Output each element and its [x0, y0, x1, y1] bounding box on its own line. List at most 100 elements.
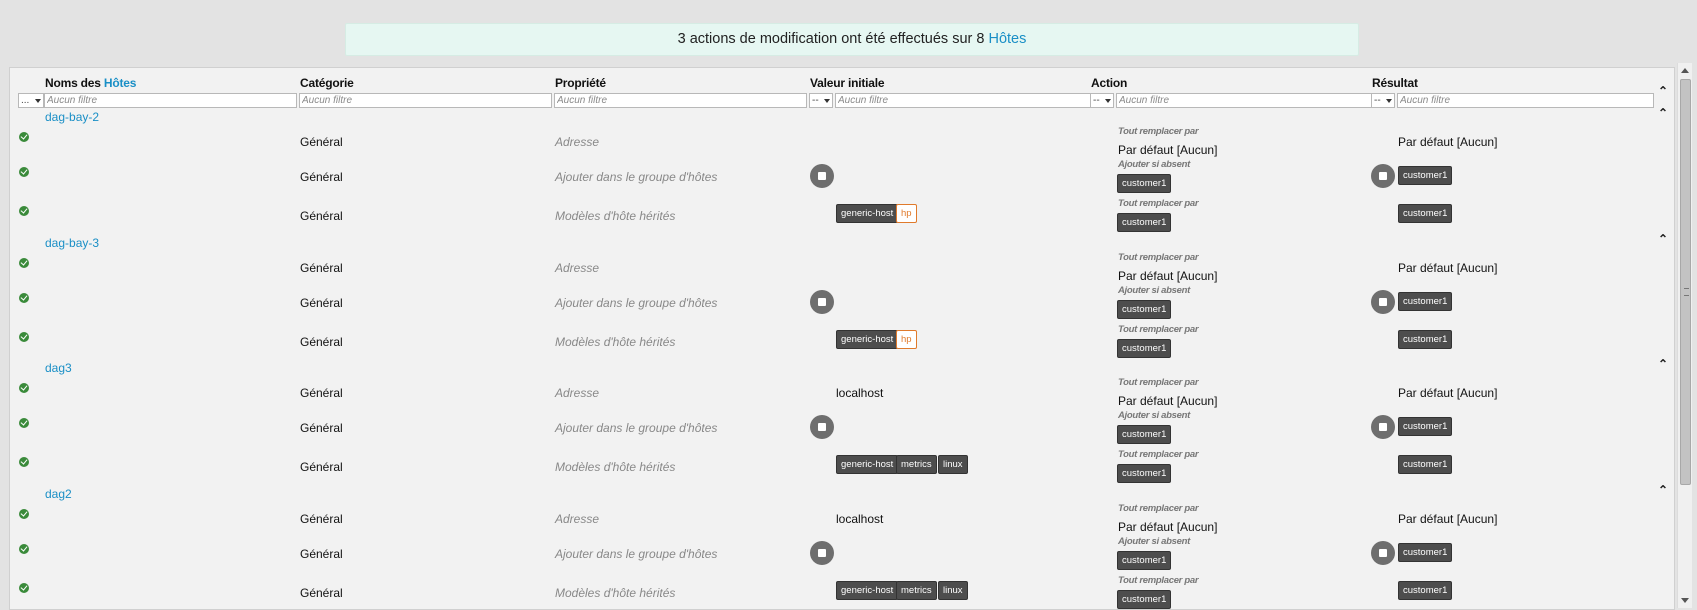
action-tag: customer1 — [1117, 425, 1172, 444]
collapse-icon[interactable]: ⌃ — [1658, 483, 1668, 497]
action-mode-dropdown[interactable]: -- — [1090, 93, 1114, 108]
category-cell: Général — [300, 296, 343, 310]
check-icon — [19, 544, 29, 554]
caret-down-icon — [824, 99, 830, 103]
result-tag: customer1 — [1398, 581, 1453, 600]
scroll-down-icon[interactable] — [1681, 598, 1689, 603]
header-initial-value[interactable]: Valeur initiale — [810, 76, 885, 90]
result-tag: customer1 — [1398, 455, 1453, 474]
banner-text: 3 actions de modification ont été effect… — [677, 31, 985, 47]
category-cell: Général — [300, 512, 343, 526]
filter-action[interactable] — [1116, 93, 1373, 108]
stop-icon[interactable] — [1371, 415, 1395, 439]
filter-initial-value[interactable] — [835, 93, 1092, 108]
header-host-names-label: Noms des — [45, 76, 101, 90]
initial-tag: generic-host — [836, 204, 899, 223]
action-value: Par défaut [Aucun] — [1118, 269, 1218, 283]
action-tag: customer1 — [1117, 590, 1172, 609]
result-value: Par défaut [Aucun] — [1398, 386, 1498, 400]
header-category[interactable]: Catégorie — [300, 76, 354, 90]
scrollbar-thumb[interactable] — [1680, 79, 1691, 485]
stop-icon[interactable] — [810, 415, 834, 439]
result-tag: customer1 — [1398, 166, 1453, 185]
property-cell: Adresse — [555, 512, 600, 526]
collapse-icon[interactable]: ⌃ — [1658, 357, 1668, 371]
check-icon — [19, 457, 29, 467]
host-group-title[interactable]: dag3 — [45, 361, 72, 375]
grip-icon — [1684, 288, 1689, 296]
category-cell: Général — [300, 386, 343, 400]
filter-result[interactable] — [1397, 93, 1654, 108]
action-tag: customer1 — [1117, 174, 1172, 193]
action-type: Tout remplacer par — [1118, 252, 1199, 263]
initial-value-mode-dropdown[interactable]: -- — [809, 93, 833, 108]
initial-tag: generic-host — [836, 455, 899, 474]
header-property[interactable]: Propriété — [555, 76, 606, 90]
host-group-title[interactable]: dag-bay-2 — [45, 110, 99, 124]
stop-icon[interactable] — [810, 164, 834, 188]
check-icon — [19, 383, 29, 393]
banner-hosts-link[interactable]: Hôtes — [988, 31, 1026, 47]
check-icon — [19, 332, 29, 342]
filter-category[interactable] — [299, 93, 552, 108]
category-cell: Général — [300, 209, 343, 223]
property-cell: Modèles d'hôte hérités — [555, 586, 676, 600]
property-cell: Ajouter dans le groupe d'hôtes — [555, 547, 718, 561]
action-tag: customer1 — [1117, 339, 1172, 358]
check-icon — [19, 583, 29, 593]
dropdown-text: -- — [1093, 95, 1100, 106]
category-cell: Général — [300, 586, 343, 600]
action-type: Tout remplacer par — [1118, 503, 1199, 514]
result-mode-dropdown[interactable]: -- — [1371, 93, 1395, 108]
result-value: Par défaut [Aucun] — [1398, 135, 1498, 149]
host-group-title[interactable]: dag-bay-3 — [45, 236, 99, 250]
check-icon — [19, 293, 29, 303]
select-all-text: ... — [21, 95, 30, 106]
result-value: Par défaut [Aucun] — [1398, 512, 1498, 526]
initial-tag: linux — [938, 455, 968, 474]
header-hosts-link[interactable]: Hôtes — [104, 76, 137, 90]
category-cell: Général — [300, 421, 343, 435]
action-type: Ajouter si absent — [1118, 159, 1190, 170]
modifications-table: Noms des Hôtes Catégorie Propriété Valeu… — [9, 67, 1675, 610]
category-cell: Général — [300, 261, 343, 275]
action-type: Tout remplacer par — [1118, 575, 1199, 586]
check-icon — [19, 418, 29, 428]
action-tag: customer1 — [1117, 551, 1172, 570]
initial-tag-inherited: hp — [896, 330, 917, 349]
action-type: Tout remplacer par — [1118, 449, 1199, 460]
host-group-title[interactable]: dag2 — [45, 487, 72, 501]
stop-icon[interactable] — [1371, 290, 1395, 314]
initial-tag: generic-host — [836, 581, 899, 600]
initial-tag-inherited: hp — [896, 204, 917, 223]
action-value: Par défaut [Aucun] — [1118, 520, 1218, 534]
collapse-all-icon[interactable]: ⌃ — [1658, 84, 1668, 98]
scroll-up-icon[interactable] — [1681, 68, 1689, 73]
property-cell: Ajouter dans le groupe d'hôtes — [555, 296, 718, 310]
property-cell: Adresse — [555, 135, 600, 149]
property-cell: Adresse — [555, 261, 600, 275]
vertical-scrollbar[interactable] — [1677, 63, 1692, 608]
header-action[interactable]: Action — [1091, 76, 1127, 90]
collapse-icon[interactable]: ⌃ — [1658, 106, 1668, 120]
collapse-icon[interactable]: ⌃ — [1658, 232, 1668, 246]
header-result[interactable]: Résultat — [1372, 76, 1418, 90]
result-tag: customer1 — [1398, 292, 1453, 311]
stop-icon[interactable] — [810, 541, 834, 565]
select-all-dropdown[interactable]: ... — [18, 93, 44, 108]
initial-tag: linux — [938, 581, 968, 600]
result-tag: customer1 — [1398, 417, 1453, 436]
property-cell: Modèles d'hôte hérités — [555, 335, 676, 349]
stop-icon[interactable] — [1371, 541, 1395, 565]
check-icon — [19, 132, 29, 142]
stop-icon[interactable] — [810, 290, 834, 314]
action-tag: customer1 — [1117, 300, 1172, 319]
result-banner: 3 actions de modification ont été effect… — [345, 23, 1359, 56]
filter-property[interactable] — [554, 93, 807, 108]
property-cell: Modèles d'hôte hérités — [555, 209, 676, 223]
stop-icon[interactable] — [1371, 164, 1395, 188]
action-tag: customer1 — [1117, 213, 1172, 232]
property-cell: Modèles d'hôte hérités — [555, 460, 676, 474]
header-host-names[interactable]: Noms des Hôtes — [45, 76, 136, 90]
filter-host-names[interactable] — [44, 93, 297, 108]
